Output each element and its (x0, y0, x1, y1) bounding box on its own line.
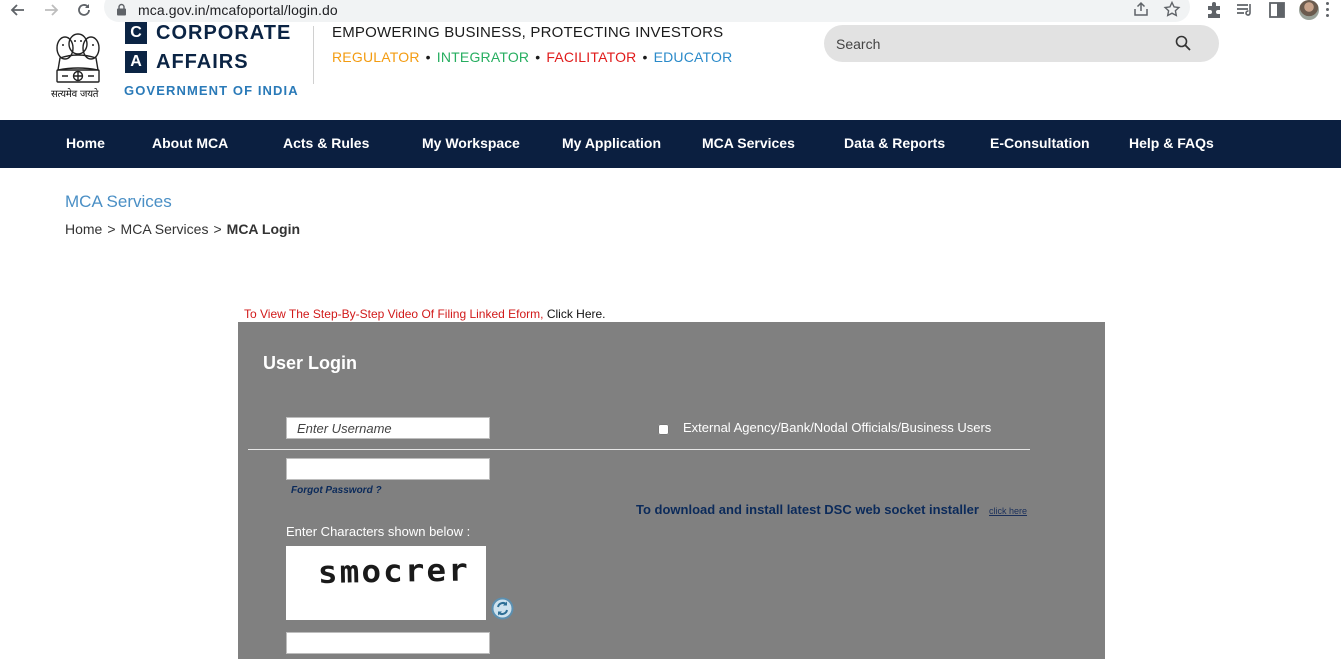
reading-list-icon[interactable] (1235, 0, 1255, 20)
dsc-installer-link[interactable]: click here (989, 506, 1027, 516)
external-user-label: External Agency/Bank/Nodal Officials/Bus… (683, 420, 992, 435)
external-user-checkbox[interactable] (658, 424, 669, 435)
nav-my-application[interactable]: My Application (562, 135, 661, 151)
breadcrumb-home[interactable]: Home (65, 221, 102, 237)
logo-word-affairs: AFFAIRS (156, 50, 249, 73)
logo-letter-a: A (125, 51, 147, 73)
breadcrumb-mca-services[interactable]: MCA Services (121, 221, 209, 237)
breadcrumb-separator: > (213, 221, 222, 237)
role-separator: • (535, 49, 541, 65)
tagline: EMPOWERING BUSINESS, PROTECTING INVESTOR… (332, 24, 724, 41)
role-separator: • (425, 49, 431, 65)
nav-my-workspace[interactable]: My Workspace (422, 135, 520, 151)
logo-line-corporate: C CORPORATE (125, 22, 291, 44)
logo-line-affairs: A AFFAIRS (125, 51, 249, 73)
nav-home[interactable]: Home (66, 135, 105, 151)
role-taglines: REGULATOR • INTEGRATOR • FACILITATOR • EDUCATO… (332, 49, 732, 65)
nav-e-consultation[interactable]: E-Consultation (990, 135, 1090, 151)
share-icon[interactable] (1132, 1, 1150, 17)
video-notice: To View The Step-By-Step Video Of Filing… (244, 307, 606, 321)
search-icon[interactable] (1175, 35, 1191, 51)
captcha-label: Enter Characters shown below : (286, 524, 471, 539)
profile-avatar[interactable] (1299, 0, 1319, 20)
captcha-image: smocrer (286, 546, 486, 620)
nav-about-mca[interactable]: About MCA (152, 135, 228, 151)
extensions-puzzle-icon[interactable] (1204, 0, 1224, 20)
forward-arrow-icon[interactable] (41, 1, 61, 19)
breadcrumb-current: MCA Login (226, 221, 301, 237)
government-of-india-label: GOVERNMENT OF INDIA (124, 83, 299, 98)
video-notice-text: To View The Step-By-Step Video Of Filing… (244, 307, 544, 321)
role-educator: EDUCATOR (653, 49, 733, 65)
nav-mca-services[interactable]: MCA Services (702, 135, 795, 151)
main-navigation: Home About MCA Acts & Rules My Workspace… (0, 120, 1341, 168)
role-separator: • (642, 49, 648, 65)
captcha-input[interactable] (286, 632, 490, 654)
lock-icon[interactable] (116, 3, 127, 16)
video-notice-link[interactable]: Click Here. (547, 307, 606, 321)
bookmark-star-icon[interactable] (1163, 1, 1181, 17)
logo-word-corporate: CORPORATE (156, 21, 292, 44)
more-menu-icon[interactable] (1326, 2, 1330, 18)
forgot-password-link[interactable]: Forgot Password ? (291, 485, 382, 496)
role-facilitator: FACILITATOR (546, 49, 637, 65)
password-input[interactable] (286, 458, 490, 480)
page-title: MCA Services (65, 192, 172, 211)
breadcrumb: Home > MCA Services > MCA Login (65, 221, 300, 237)
breadcrumb-separator: > (107, 221, 116, 237)
url-text[interactable]: mca.gov.in/mcafoportal/login.do (138, 2, 338, 18)
login-title: User Login (263, 353, 358, 373)
username-input[interactable] (286, 417, 490, 439)
role-regulator: REGULATOR (332, 49, 420, 65)
back-arrow-icon[interactable] (8, 1, 28, 19)
search-input[interactable] (834, 33, 1168, 55)
browser-toolbar: mca.gov.in/mcafoportal/login.do (0, 0, 1341, 22)
header-divider (313, 26, 314, 84)
refresh-captcha-icon[interactable] (491, 597, 514, 620)
side-panel-icon[interactable] (1267, 0, 1287, 20)
panel-divider (248, 449, 1030, 450)
dsc-installer-text: To download and install latest DSC web s… (636, 502, 979, 517)
nav-help-faqs[interactable]: Help & FAQs (1129, 135, 1214, 151)
emblem-motto: सत्यमेव जयते (51, 89, 99, 100)
role-integrator: INTEGRATOR (436, 49, 530, 65)
logo-letter-c: C (125, 22, 147, 44)
reload-icon[interactable] (74, 1, 94, 19)
nav-acts-rules[interactable]: Acts & Rules (283, 135, 369, 151)
captcha-text: smocrer (317, 552, 471, 591)
address-bar[interactable]: mca.gov.in/mcafoportal/login.do (104, 0, 1190, 22)
nav-data-reports[interactable]: Data & Reports (844, 135, 945, 151)
search-box[interactable] (824, 25, 1219, 62)
